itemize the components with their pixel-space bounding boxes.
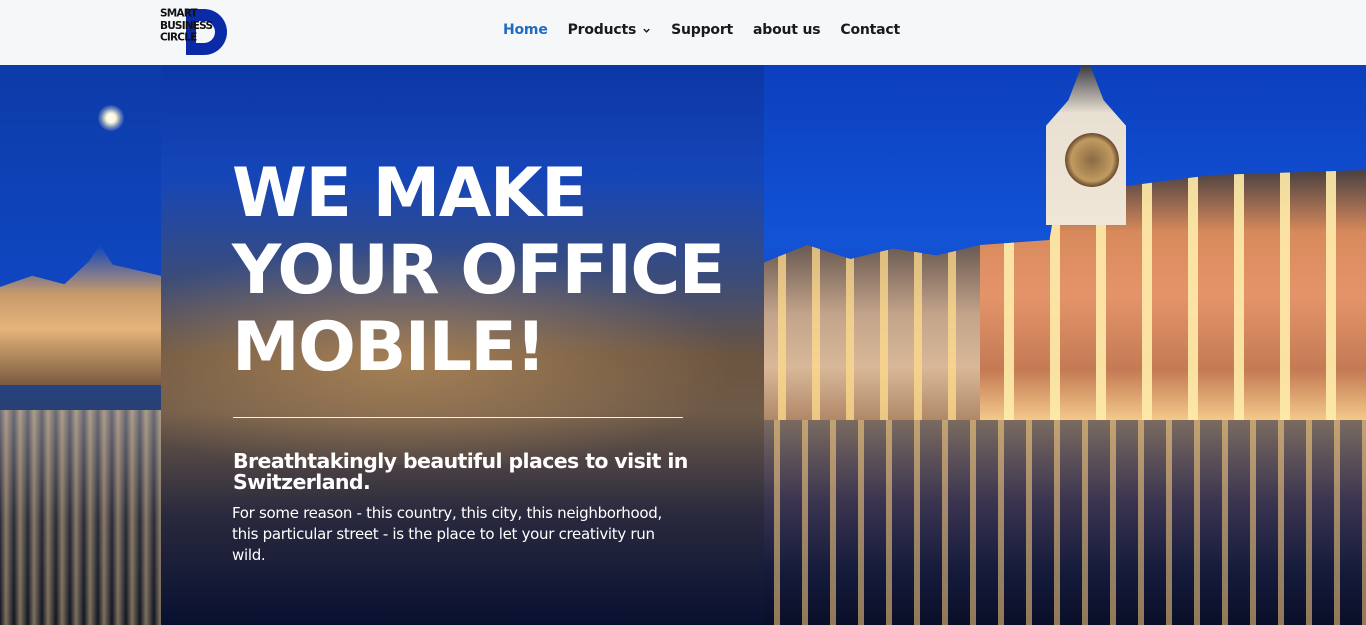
hero-title: WE MAKE YOUR OFFICE MOBILE! <box>232 154 725 387</box>
tower-clock <box>1065 133 1119 187</box>
hero-title-line-3: MOBILE! <box>232 308 546 387</box>
logo-line-1: SMART <box>160 7 198 20</box>
hero-subtitle: Breathtakingly beautiful places to visit… <box>233 449 688 494</box>
left-water-reflection <box>0 410 161 625</box>
nav-about-us-label: about us <box>753 22 821 38</box>
hero-section: WE MAKE YOUR OFFICE MOBILE! Breathtaking… <box>0 65 1366 625</box>
river-reflection <box>764 420 1366 625</box>
hero-title-line-2: YOUR OFFICE <box>232 231 725 310</box>
chevron-down-icon <box>643 28 650 33</box>
logo-text: SMART BUSINESS CIRCLE <box>160 7 213 44</box>
nav-support-label: Support <box>671 22 734 38</box>
nav-products[interactable]: Products <box>568 22 652 38</box>
moon-light <box>98 105 124 131</box>
city-building-small <box>764 245 980 420</box>
nav-support[interactable]: Support <box>671 22 733 38</box>
nav-contact-label: Contact <box>840 22 900 38</box>
nav-home[interactable]: Home <box>503 22 548 38</box>
hero-body-text: For some reason - this country, this cit… <box>232 504 662 564</box>
nav-products-label: Products <box>567 22 637 38</box>
site-header: SMART BUSINESS CIRCLE Home Products Supp… <box>0 0 1366 65</box>
nav-home-label: Home <box>503 22 548 38</box>
nav-about-us[interactable]: about us <box>753 22 821 38</box>
nav-contact[interactable]: Contact <box>840 22 900 38</box>
main-nav: Home Products Support about us Contact <box>503 22 920 38</box>
logo-line-3: CIRCLE <box>160 31 197 44</box>
logo[interactable]: SMART BUSINESS CIRCLE <box>160 7 228 55</box>
hero-title-line-1: WE MAKE <box>232 154 588 233</box>
hero-divider <box>233 417 683 418</box>
